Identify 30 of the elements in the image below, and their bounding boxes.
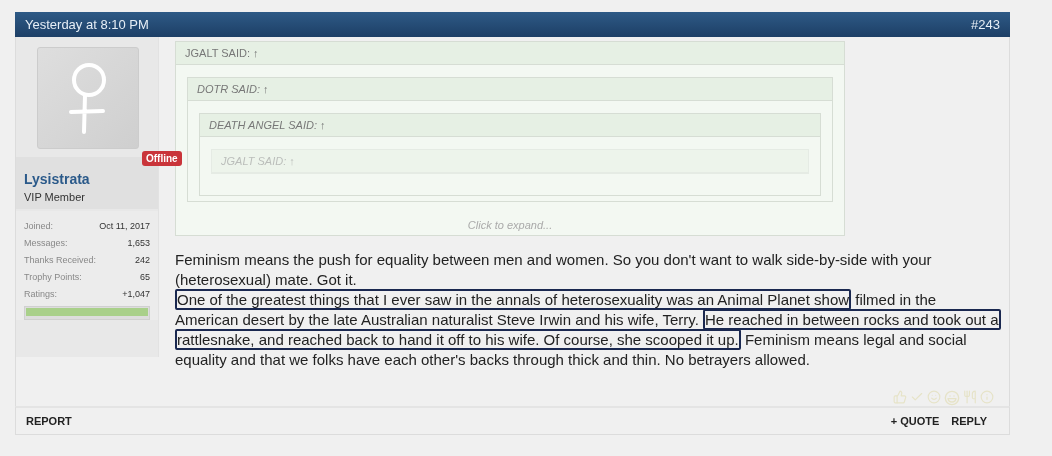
stat-label: Messages: — [24, 237, 68, 248]
check-icon[interactable] — [910, 390, 924, 404]
quote-author: JGALT SAID: ↑ — [176, 42, 844, 65]
footer-link[interactable]: REPLY — [951, 415, 987, 427]
stat-label: Thanks Received: — [24, 254, 97, 265]
post-paragraph: One of the greatest things that I ever saw in the annals of heterosexuality was an Animal Planet show filmed in the American desert by the late Australian naturalist Steve Irwin and his wife, Terry. He reached in between rocks and took out a rattlesnake, and reached back to hand it off to his wife. Of course, she scooped it up. Feminism means legal and social equality and that we folks have each other's backs through thick and thin. No betrayers allowed. — [175, 290, 1000, 370]
laugh-icon[interactable] — [944, 390, 960, 406]
status-badge: Offline — [142, 151, 182, 166]
post-number[interactable]: #243 — [971, 17, 1000, 32]
footer-link[interactable]: + QUOTE — [890, 415, 940, 427]
info-icon[interactable] — [980, 390, 994, 404]
stat-label: Ratings: — [24, 288, 58, 299]
stat-value: Oct 11, 2017 — [99, 220, 150, 231]
stat-value: 1,653 — [127, 237, 150, 248]
post-paragraph: Feminism means the push for equality between men and women. So you don't want to walk side-by-side with your (heterosexual) mate. Got it. — [175, 250, 933, 290]
user-title: VIP Member — [24, 191, 86, 203]
stat-label: Joined: — [24, 220, 54, 231]
avatar[interactable] — [37, 47, 139, 149]
stat-value: 242 — [134, 254, 150, 265]
stat-value: 65 — [140, 271, 150, 282]
quote-author: DEATH ANGEL SAID: ↑ — [200, 114, 820, 137]
stat-value: +1,047 — [122, 288, 150, 299]
smile-icon[interactable] — [927, 390, 941, 404]
thumbs-up-icon[interactable] — [893, 390, 907, 404]
username[interactable]: Lysistrata — [24, 171, 150, 187]
fork-knife-icon[interactable] — [963, 390, 977, 404]
post-time: Yesterday at 8:10 PM — [25, 17, 149, 32]
footer-link[interactable]: REPORT — [26, 415, 72, 427]
quote-author: DOTR SAID: ↑ — [188, 78, 832, 101]
stat-label: Trophy Points: — [24, 271, 82, 282]
